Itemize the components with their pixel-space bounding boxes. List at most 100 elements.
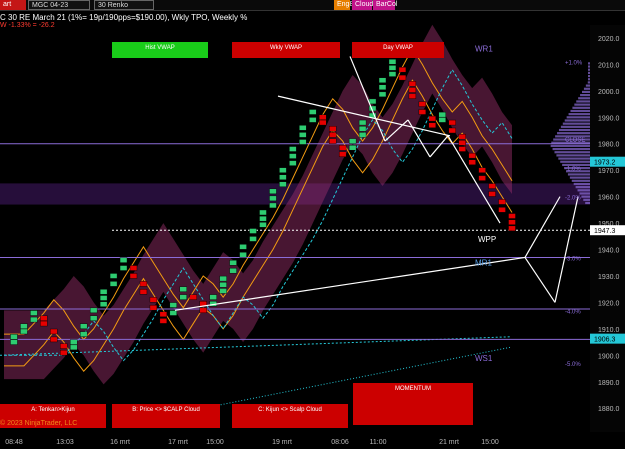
y-tick-label: 1960.0 <box>598 195 620 202</box>
renko-brick <box>30 316 38 323</box>
tpo-profile-bar <box>560 160 590 163</box>
trend-line-5 <box>429 135 449 158</box>
tpo-profile-bar <box>578 97 590 100</box>
renko-brick <box>219 275 227 282</box>
renko-brick <box>388 59 397 65</box>
y-tick-label: 2000.0 <box>598 89 620 96</box>
renko-brick <box>149 297 158 303</box>
tpo-profile-bar <box>574 103 590 106</box>
renko-brick <box>428 115 437 122</box>
y-tick-label: 2010.0 <box>598 62 620 69</box>
y-tick-label: 1970.0 <box>598 168 620 175</box>
renko-brick <box>40 320 48 327</box>
tpo-profile-bar <box>556 154 590 157</box>
renko-brick <box>229 267 237 274</box>
renko-brick <box>99 295 108 301</box>
renko-brick <box>378 84 387 91</box>
renko-brick <box>418 101 427 107</box>
tpo-profile-bar <box>585 84 590 87</box>
renko-brick <box>319 114 327 120</box>
renko-brick <box>289 153 297 159</box>
renko-brick <box>448 119 456 126</box>
renko-brick <box>99 289 108 295</box>
tpo-profile-bar <box>567 173 590 176</box>
trend-line-7 <box>524 196 561 258</box>
renko-brick <box>169 310 178 316</box>
tpo-profile-bar <box>583 87 590 90</box>
tpo-profile-bar <box>588 74 590 78</box>
x-axis-background <box>0 432 625 449</box>
renko-brick <box>10 334 18 340</box>
tpo-profile-bar <box>573 182 590 186</box>
tpo-profile-bar <box>571 179 590 182</box>
renko-brick <box>408 93 417 99</box>
renko-brick <box>508 225 516 232</box>
renko-brick <box>229 260 237 266</box>
percent-label: -5.0% <box>565 362 581 368</box>
tpo-profile-bar <box>588 71 590 74</box>
tpo-profile-bar <box>583 198 590 201</box>
renko-brick <box>358 132 367 138</box>
renko-brick <box>10 339 18 345</box>
renko-brick <box>279 167 287 173</box>
tpo-profile-bar <box>581 195 590 198</box>
tpo-profile-bar <box>579 192 590 195</box>
renko-brick <box>79 331 88 337</box>
bottom-condition-label: B: Price <> $CALP Cloud <box>132 407 200 413</box>
renko-brick <box>398 66 407 73</box>
percent-label: CLOSE <box>565 137 585 143</box>
renko-brick <box>408 81 417 87</box>
tpo-profile-bar <box>558 128 590 132</box>
tpo-profile-bar <box>557 132 590 135</box>
renko-brick <box>109 273 118 279</box>
tpo-profile-bar <box>558 157 590 160</box>
y-tick-label: 1880.0 <box>598 406 620 413</box>
renko-brick <box>40 315 48 321</box>
renko-brick <box>329 126 337 132</box>
renko-brick <box>259 222 267 228</box>
renko-brick <box>279 181 287 187</box>
renko-brick <box>179 294 187 300</box>
renko-brick <box>60 349 68 356</box>
renko-brick <box>259 215 267 222</box>
tpo-profile-bar <box>585 201 590 205</box>
renko-brick <box>79 323 88 329</box>
renko-brick <box>89 307 98 314</box>
renko-brick <box>89 315 98 321</box>
tpo-profile-bar <box>582 90 590 94</box>
tpo-profile-bar <box>554 151 590 154</box>
x-tick-label: 08:48 <box>5 439 23 446</box>
renko-brick <box>508 219 516 225</box>
tpo-profile-bar <box>576 100 590 103</box>
renko-brick <box>239 252 247 258</box>
momentum-box-label: MOMENTUM <box>395 386 431 392</box>
x-tick-label: 17 mrt <box>168 439 188 446</box>
chart-area[interactable]: 1880.0 1890.0 1900.0 1910.0 1920.0 1930.0 1940… <box>0 0 625 449</box>
renko-brick <box>239 244 247 250</box>
tpo-profile-bar <box>568 113 590 116</box>
renko-brick <box>438 111 446 118</box>
tpo-profile-bar <box>572 106 590 109</box>
renko-brick <box>388 65 397 71</box>
x-tick-label: 19 mrt <box>272 439 292 446</box>
renko-brick <box>438 117 446 123</box>
renko-brick <box>209 294 217 300</box>
renko-brick <box>329 132 337 138</box>
renko-brick <box>299 125 307 131</box>
tpo-profile-bar <box>580 94 590 97</box>
renko-brick <box>60 343 68 349</box>
renko-brick <box>468 152 476 159</box>
renko-brick <box>309 109 317 115</box>
renko-brick <box>498 199 506 205</box>
renko-brick <box>269 188 277 195</box>
price-badge-label: 1947.3 <box>594 228 616 235</box>
trend-line-4 <box>407 119 431 158</box>
renko-brick <box>488 191 496 197</box>
renko-brick <box>368 98 377 105</box>
y-tick-label: 1980.0 <box>598 142 620 149</box>
tpo-profile-bar <box>564 119 590 122</box>
renko-brick <box>99 301 108 307</box>
x-tick-label: 16 mrt <box>110 439 130 446</box>
renko-brick <box>498 207 506 213</box>
price-badge-label: 1906.3 <box>594 337 616 344</box>
